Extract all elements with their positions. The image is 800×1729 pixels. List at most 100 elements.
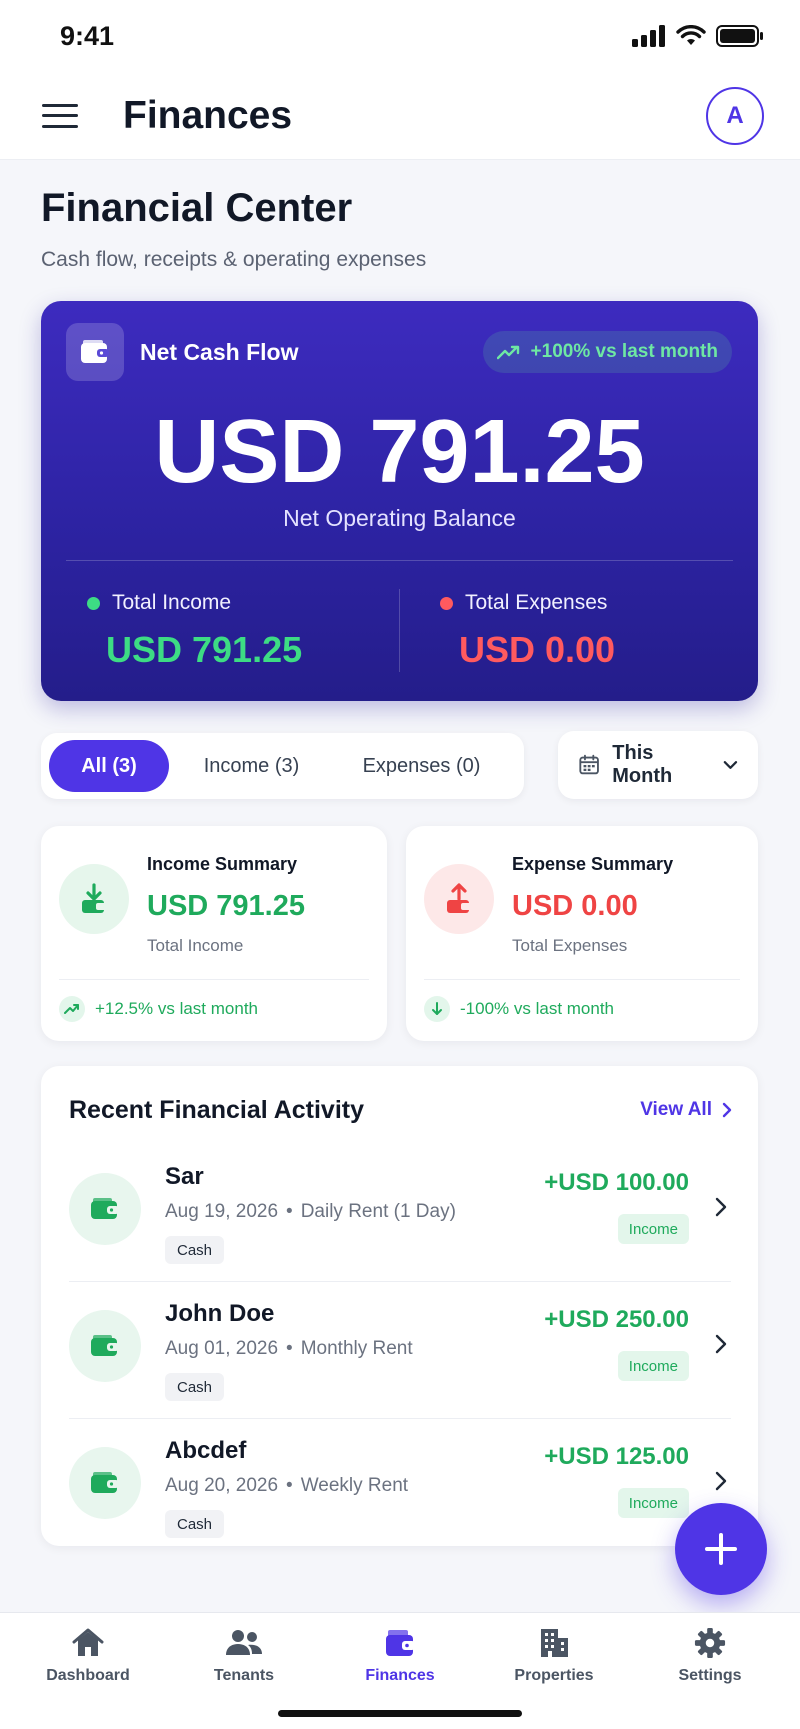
expense-summary-card[interactable]: Expense Summary USD 0.00 Total Expenses … xyxy=(406,826,758,1041)
transaction-date: Aug 19, 2026 xyxy=(165,1201,279,1222)
period-select[interactable]: This Month xyxy=(558,731,758,799)
trend-up-icon xyxy=(496,345,519,360)
net-balance-amount: USD 791.25 xyxy=(154,402,645,502)
expense-upload-icon xyxy=(424,864,494,934)
gear-icon xyxy=(694,1627,726,1659)
nav-finances[interactable]: Finances xyxy=(330,1627,470,1685)
avatar[interactable]: A xyxy=(706,86,764,145)
transaction-amount: +USD 125.00 xyxy=(544,1443,689,1470)
expense-dot-icon xyxy=(440,596,453,610)
total-income-stat: Total Income USD 791.25 xyxy=(87,591,302,671)
transaction-row[interactable]: Sar Aug 19, 2026 • Daily Rent (1 Day) Ca… xyxy=(69,1145,731,1282)
transaction-meta: Aug 20, 2026 • Weekly Rent xyxy=(165,1475,408,1497)
wallet-icon xyxy=(69,1173,141,1245)
summary-divider xyxy=(424,979,740,980)
wallet-icon xyxy=(386,1630,415,1656)
nav-tenants[interactable]: Tenants xyxy=(174,1627,314,1685)
transaction-date: Aug 20, 2026 xyxy=(165,1475,279,1496)
card-divider xyxy=(66,560,733,561)
transaction-type-badge: Income xyxy=(617,1351,689,1381)
chevron-right-icon xyxy=(715,1471,727,1491)
transaction-description: Monthly Rent xyxy=(300,1338,413,1359)
income-download-icon xyxy=(59,864,129,934)
filter-tabs: All (3) Income (3) Expenses (0) xyxy=(41,733,524,799)
expense-trend: -100% vs last month xyxy=(424,996,614,1022)
add-transaction-button[interactable] xyxy=(675,1503,767,1595)
meta-separator: • xyxy=(286,1201,293,1222)
total-expenses-stat: Total Expenses USD 0.00 xyxy=(440,591,615,671)
activity-title: Recent Financial Activity xyxy=(69,1096,364,1124)
transaction-row[interactable]: John Doe Aug 01, 2026 • Monthly Rent Cas… xyxy=(69,1282,731,1419)
building-icon xyxy=(541,1629,568,1657)
transaction-amount: +USD 100.00 xyxy=(544,1169,689,1196)
page-title: Financial Center xyxy=(41,186,353,230)
total-income-label: Total Income xyxy=(112,591,232,614)
transaction-meta: Aug 01, 2026 • Monthly Rent xyxy=(165,1338,413,1360)
transaction-type-badge: Income xyxy=(617,1488,689,1518)
payment-method-badge: Cash xyxy=(165,1373,225,1401)
income-summary-card[interactable]: Income Summary USD 791.25 Total Income +… xyxy=(41,826,387,1041)
tab-all[interactable]: All (3) xyxy=(49,740,169,792)
calendar-icon xyxy=(579,754,599,775)
income-trend-text: +12.5% vs last month xyxy=(95,999,259,1018)
nav-dashboard[interactable]: Dashboard xyxy=(18,1627,158,1685)
nav-label: Settings xyxy=(678,1667,742,1684)
battery-icon xyxy=(716,25,763,47)
meta-separator: • xyxy=(286,1475,293,1496)
page-subtitle: Cash flow, receipts & operating expenses xyxy=(41,248,427,271)
arrow-down-icon xyxy=(424,996,450,1022)
trend-chip: +100% vs last month xyxy=(482,331,732,373)
expense-summary-value: USD 0.00 xyxy=(512,890,638,922)
users-icon xyxy=(226,1630,262,1655)
chevron-right-icon xyxy=(722,1102,732,1118)
trend-up-icon xyxy=(59,996,85,1022)
transaction-amount: +USD 250.00 xyxy=(544,1306,689,1333)
transaction-type-badge: Income xyxy=(617,1214,689,1244)
expense-summary-caption: Total Expenses xyxy=(512,936,628,955)
expense-trend-text: -100% vs last month xyxy=(460,999,615,1018)
tab-expenses[interactable]: Expenses (0) xyxy=(334,740,509,792)
status-time: 9:41 xyxy=(60,20,115,51)
transaction-name: John Doe xyxy=(165,1300,275,1327)
transaction-description: Weekly Rent xyxy=(300,1475,409,1496)
wallet-icon xyxy=(66,323,124,381)
home-icon xyxy=(72,1628,104,1656)
payment-method-badge: Cash xyxy=(165,1510,225,1538)
income-dot-icon xyxy=(87,596,100,610)
total-expenses-value: USD 0.00 xyxy=(459,629,616,670)
income-summary-caption: Total Income xyxy=(147,936,244,955)
trend-text: +100% vs last month xyxy=(530,341,718,362)
nav-label: Tenants xyxy=(213,1667,275,1684)
menu-icon[interactable] xyxy=(42,101,78,131)
income-summary-value: USD 791.25 xyxy=(147,890,305,922)
wifi-icon xyxy=(676,25,706,45)
nav-label: Properties xyxy=(514,1667,594,1684)
status-bar: 9:41 xyxy=(0,0,800,72)
net-balance-caption: Net Operating Balance xyxy=(283,505,516,531)
net-cash-flow-card: Net Cash Flow +100% vs last month USD 79… xyxy=(41,301,758,701)
meta-separator: • xyxy=(286,1338,293,1359)
signal-icon xyxy=(632,25,665,47)
payment-method-badge: Cash xyxy=(165,1236,225,1264)
view-all-link[interactable]: View All xyxy=(640,1099,732,1121)
header-title: Finances xyxy=(123,93,293,137)
transaction-name: Abcdef xyxy=(165,1437,247,1464)
recent-activity-card: Recent Financial Activity View All Sar A… xyxy=(41,1066,758,1546)
transaction-description: Daily Rent (1 Day) xyxy=(300,1201,456,1222)
wallet-icon xyxy=(69,1447,141,1519)
view-all-label: View All xyxy=(640,1099,712,1120)
total-income-value: USD 791.25 xyxy=(106,629,303,670)
nav-settings[interactable]: Settings xyxy=(640,1627,780,1685)
transaction-meta: Aug 19, 2026 • Daily Rent (1 Day) xyxy=(165,1201,456,1223)
card-vertical-divider xyxy=(399,589,400,672)
total-expenses-label: Total Expenses xyxy=(465,591,608,614)
wallet-icon xyxy=(69,1310,141,1382)
status-icons xyxy=(632,25,764,47)
chevron-right-icon xyxy=(715,1334,727,1354)
chevron-down-icon xyxy=(723,761,738,769)
transaction-row[interactable]: Abcdef Aug 20, 2026 • Weekly Rent Cash +… xyxy=(69,1419,731,1556)
tab-income[interactable]: Income (3) xyxy=(169,740,334,792)
plus-icon xyxy=(705,1533,737,1565)
nav-properties[interactable]: Properties xyxy=(484,1627,624,1685)
chevron-right-icon xyxy=(715,1197,727,1217)
